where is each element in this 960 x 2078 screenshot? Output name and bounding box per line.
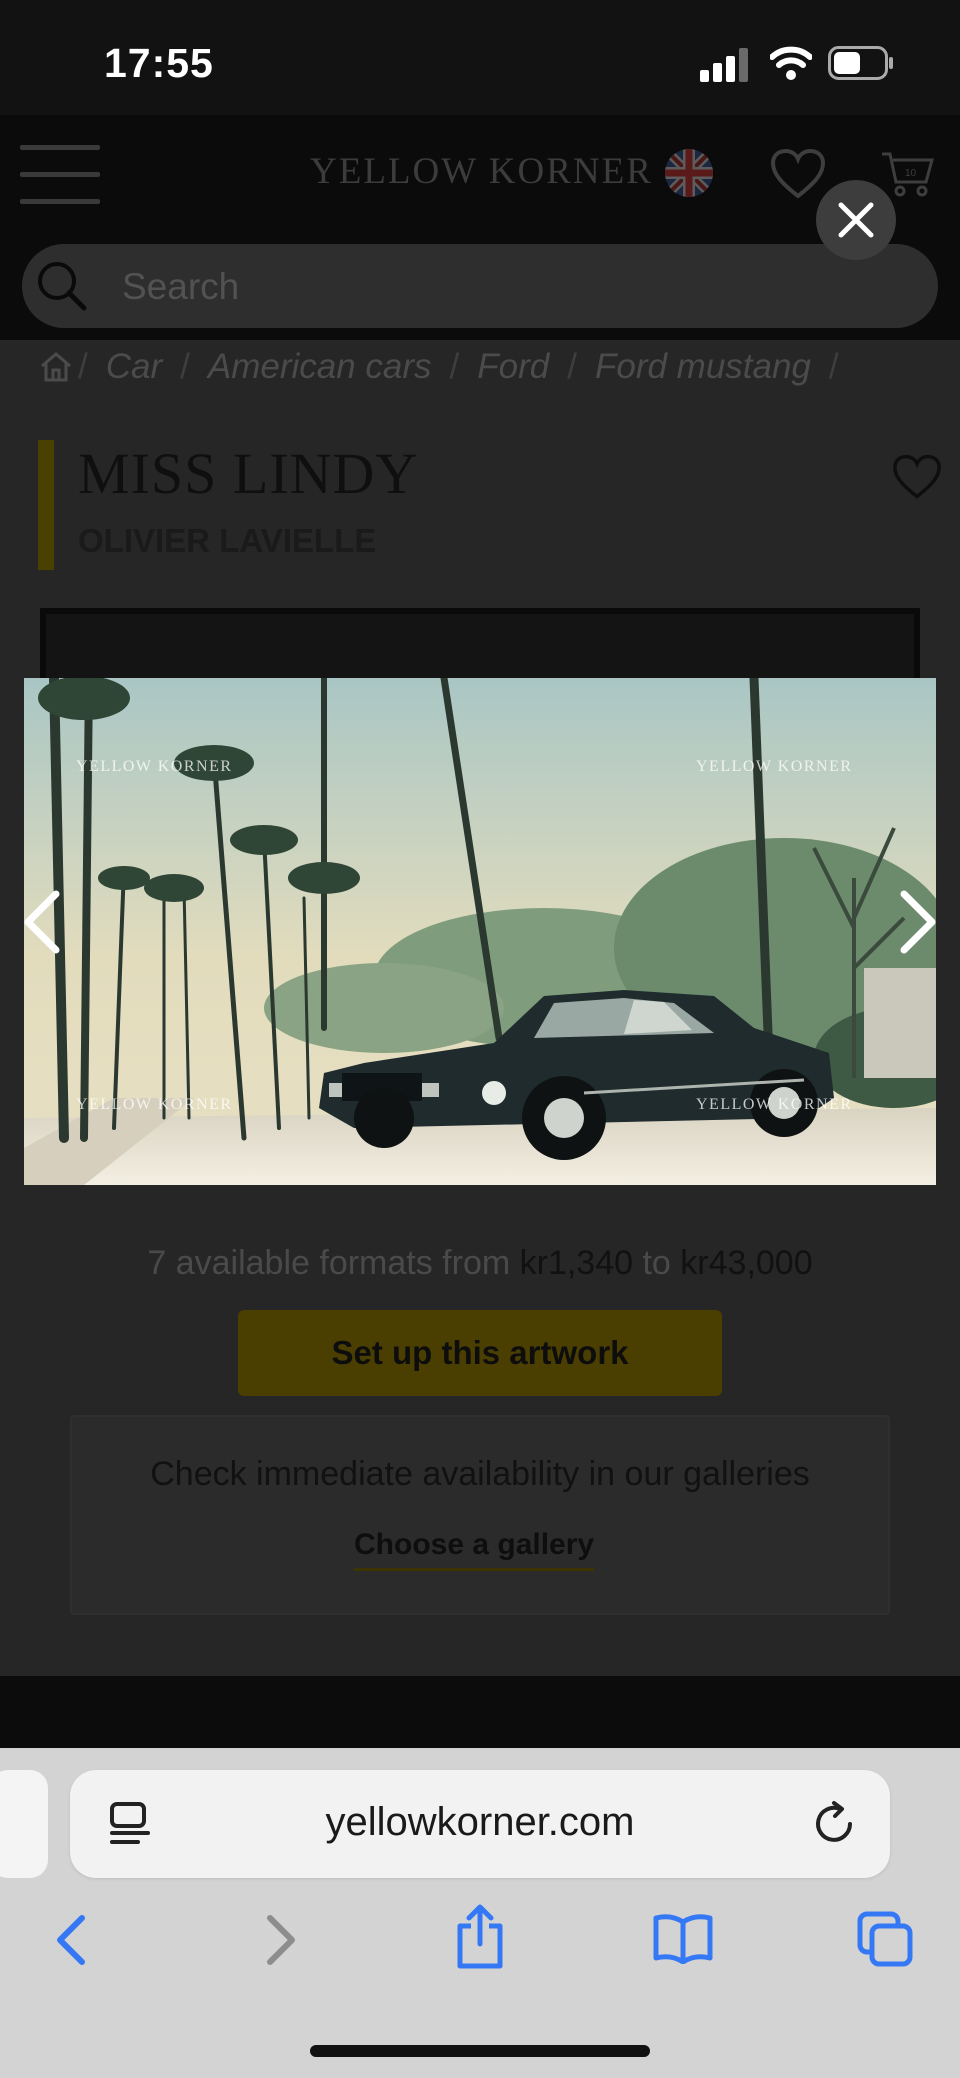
favorite-heart-icon[interactable] (892, 454, 942, 500)
formats-prefix: 7 available formats from (147, 1244, 511, 1282)
url-text[interactable]: yellowkorner.com (70, 1800, 890, 1845)
breadcrumb-separator: / (828, 347, 839, 386)
forward-icon[interactable] (260, 1910, 300, 1970)
breadcrumb-separator: / (449, 347, 460, 386)
title-accent-bar (38, 440, 54, 570)
share-icon[interactable] (454, 1904, 506, 1970)
formats-summary: 7 available formats from kr1,340 to kr43… (0, 1244, 960, 1283)
watermark-top-left: YELLOW KORNER (76, 758, 233, 775)
gallery-availability-text: Check immediate availability in our gall… (150, 1455, 810, 1493)
breadcrumb-separator: / (78, 347, 88, 386)
setup-artwork-button[interactable]: Set up this artwork (238, 1310, 722, 1396)
close-icon (838, 202, 874, 238)
tabs-icon[interactable] (856, 1910, 914, 1968)
search-icon[interactable] (34, 258, 90, 314)
breadcrumb-item-car[interactable]: Car (106, 347, 162, 387)
breadcrumb: / Car / American cars / Ford / Ford must… (38, 342, 839, 392)
breadcrumb-item-ford[interactable]: Ford (477, 347, 549, 387)
breadcrumb-separator: / (567, 347, 577, 386)
uk-flag-icon[interactable] (664, 148, 714, 198)
price-from: kr1,340 (519, 1244, 634, 1282)
search-input[interactable] (120, 262, 884, 312)
svg-text:10: 10 (905, 168, 917, 179)
cellular-signal-icon (700, 48, 748, 82)
home-icon[interactable] (38, 349, 74, 385)
choose-gallery-link[interactable]: Choose a gallery (354, 1528, 595, 1571)
breadcrumb-item-american-cars[interactable]: American cars (208, 347, 432, 387)
site-logo[interactable]: YELLOW KORNER (310, 150, 653, 193)
battery-icon (828, 46, 893, 80)
close-lightbox-button[interactable] (816, 180, 896, 260)
lightbox-artwork-photo[interactable]: YELLOW KORNER YELLOW KORNER YELLOW KORNE… (24, 678, 936, 1185)
watermark-bottom-right: YELLOW KORNER (696, 1096, 853, 1113)
status-time: 17:55 (104, 40, 214, 86)
watermark-top-right: YELLOW KORNER (696, 758, 853, 775)
breadcrumb-separator: / (180, 347, 190, 386)
home-indicator[interactable] (310, 2045, 650, 2057)
next-image-arrow-icon[interactable] (896, 890, 940, 954)
hamburger-menu-icon[interactable] (20, 145, 100, 205)
watermark-bottom-left: YELLOW KORNER (76, 1096, 233, 1113)
price-to: kr43,000 (680, 1244, 813, 1282)
artwork-frame (40, 608, 920, 678)
previous-tab-peek[interactable] (0, 1770, 48, 1878)
artist-name[interactable]: OLIVIER LAVIELLE (78, 522, 376, 560)
bookmarks-icon[interactable] (652, 1912, 714, 1964)
breadcrumb-item-ford-mustang[interactable]: Ford mustang (595, 347, 811, 387)
gallery-availability-box (70, 1415, 890, 1615)
reload-icon[interactable] (810, 1800, 858, 1848)
footer-strip (0, 1676, 960, 1748)
wifi-icon (770, 46, 812, 80)
artwork-title: MISS LINDY (78, 441, 419, 506)
previous-image-arrow-icon[interactable] (20, 890, 64, 954)
formats-mid: to (642, 1244, 671, 1282)
back-icon[interactable] (52, 1910, 92, 1970)
